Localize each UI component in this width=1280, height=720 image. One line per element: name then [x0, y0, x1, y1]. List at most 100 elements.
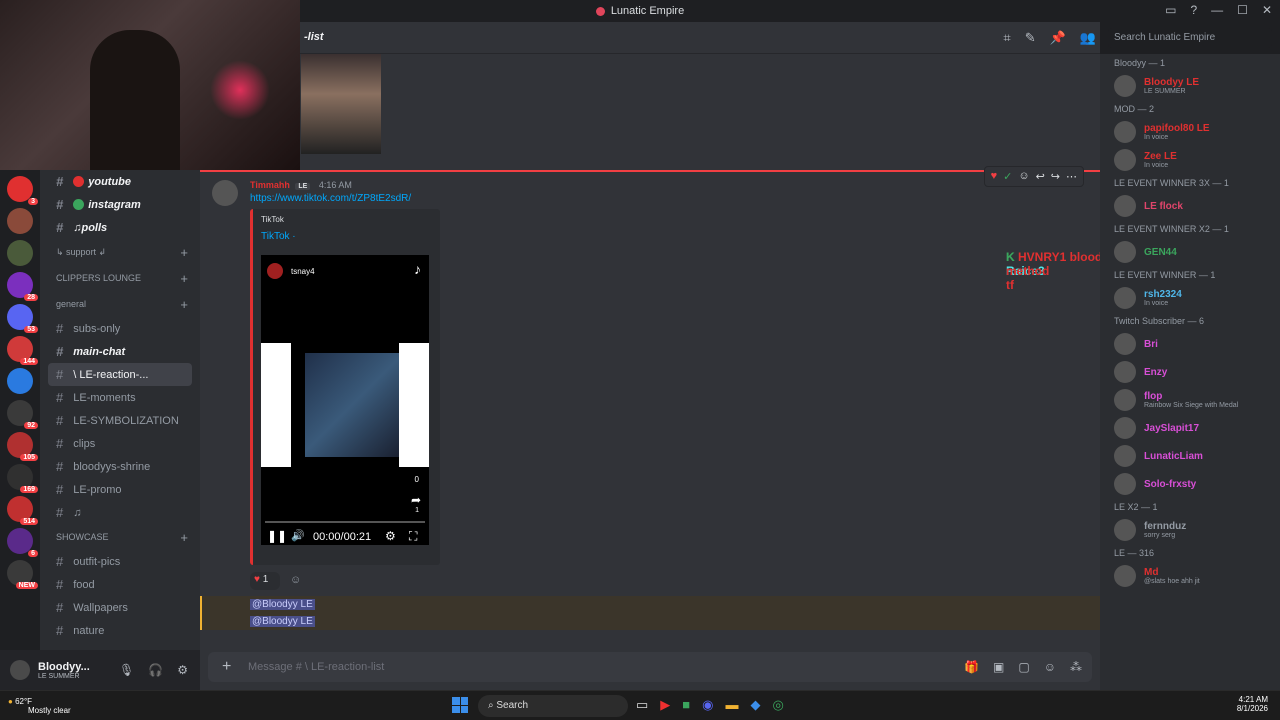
channel-item[interactable]: # nature	[40, 619, 200, 642]
microphone-icon[interactable]: 🎙	[119, 663, 134, 677]
channel-item[interactable]: # ♫	[40, 501, 200, 524]
settings-icon[interactable]: ⚙	[177, 663, 188, 677]
message-input[interactable]: + Message # \ LE-reaction-list 🎁 ▣ ▢ ☺ ⁂	[208, 652, 1092, 682]
gif-icon[interactable]: ▣	[993, 660, 1004, 674]
channel-item[interactable]: # LE-promo	[40, 478, 200, 501]
help-icon[interactable]: ?	[1190, 3, 1197, 17]
heart-reaction-icon[interactable]: ♥	[991, 170, 998, 183]
avatar[interactable]	[212, 180, 238, 206]
channel-item[interactable]: # food	[40, 573, 200, 596]
server-icon[interactable]: 3	[7, 176, 38, 205]
video-progress[interactable]	[265, 521, 425, 523]
channel-item[interactable]: # Wallpapers	[40, 596, 200, 619]
taskbar-search[interactable]: ⌕ Search	[478, 695, 628, 717]
sticker-icon[interactable]: ▢	[1018, 660, 1029, 674]
pin-icon[interactable]: 📌	[1050, 30, 1066, 46]
start-icon[interactable]	[452, 697, 468, 713]
member-item[interactable]: Bri	[1100, 330, 1280, 358]
category-showcase[interactable]: SHOWCASE +	[40, 524, 200, 550]
member-item[interactable]: rsh2324 In voice	[1100, 284, 1280, 312]
gift-icon[interactable]: 🎁	[964, 660, 979, 674]
discord-app-icon[interactable]: ◉	[702, 697, 713, 713]
add-channel-icon[interactable]: +	[180, 245, 188, 260]
add-reaction-icon[interactable]: ☺	[290, 574, 301, 586]
headphones-icon[interactable]: 🎧	[148, 663, 163, 677]
clock[interactable]: 4:21 AM 8/1/2026	[1237, 695, 1268, 713]
emoji-icon[interactable]: ☺	[1044, 660, 1056, 674]
pause-icon[interactable]: ❚❚	[267, 529, 287, 543]
channel-item[interactable]: # main-chat	[40, 340, 200, 363]
member-item[interactable]: Enzy	[1100, 358, 1280, 386]
member-item[interactable]: fernnduz sorry serg	[1100, 516, 1280, 544]
server-icon[interactable]: 105	[7, 432, 38, 461]
member-item[interactable]: flop Rainbow Six Siege with Medal	[1100, 386, 1280, 414]
forward-icon[interactable]: ↪	[1051, 170, 1060, 183]
member-item[interactable]: GEN44	[1100, 238, 1280, 266]
app-icon[interactable]: ■	[682, 697, 690, 713]
avatar[interactable]	[10, 660, 30, 680]
image-attachment[interactable]	[301, 54, 381, 154]
share-icon[interactable]: ➦	[411, 493, 421, 507]
channel-youtube[interactable]: # youtube	[40, 170, 200, 193]
folder-icon[interactable]: ▬	[726, 697, 739, 713]
reaction-heart[interactable]: ♥ 1	[250, 572, 280, 590]
volume-icon[interactable]: 🔊	[291, 529, 305, 542]
channel-item[interactable]: # \ LE-reaction-...	[48, 363, 192, 386]
server-icon[interactable]	[7, 208, 33, 234]
add-channel-icon[interactable]: +	[180, 530, 188, 545]
server-icon[interactable]: 53	[7, 304, 38, 333]
server-icon[interactable]: NEW	[7, 560, 38, 589]
reply-icon[interactable]: ↩	[1036, 170, 1045, 183]
channel-instagram[interactable]: # instagram	[40, 193, 200, 216]
apps-icon[interactable]: ⁂	[1070, 660, 1082, 674]
channel-item[interactable]: # bloodyys-shrine	[40, 455, 200, 478]
server-icon[interactable]: 169	[7, 464, 38, 493]
member-item[interactable]: LE flock	[1100, 192, 1280, 220]
embed-title[interactable]: TikTok ·	[261, 231, 296, 242]
add-channel-icon[interactable]: +	[180, 297, 188, 312]
member-item[interactable]: LunaticLiam	[1100, 442, 1280, 470]
server-icon[interactable]	[7, 368, 33, 394]
channel-item[interactable]: # LE-moments	[40, 386, 200, 409]
channel-item[interactable]: # LE-SYMBOLIZATION	[40, 409, 200, 432]
author-name[interactable]: Timmahh	[250, 180, 290, 190]
server-icon[interactable]: 514	[7, 496, 38, 525]
member-item[interactable]: papifool80 LE In voice	[1100, 118, 1280, 146]
server-icon[interactable]: 144	[7, 336, 38, 365]
gear-icon[interactable]: ⚙	[385, 529, 396, 543]
channel-item[interactable]: # clips	[40, 432, 200, 455]
search-input[interactable]: Search Lunatic Empire	[1108, 28, 1272, 48]
server-icon[interactable]: 6	[7, 528, 38, 557]
weather-widget[interactable]: ● 62°F Mostly clear	[8, 697, 71, 715]
mute-icon[interactable]: ✎	[1025, 30, 1036, 46]
member-item[interactable]: Md @slats hoe ahh jit	[1100, 562, 1280, 590]
fullscreen-icon[interactable]: ⛶	[409, 529, 417, 544]
emoji-icon[interactable]: ☺	[1018, 170, 1029, 183]
threads-icon[interactable]: ⌗	[1003, 30, 1010, 46]
server-icon[interactable]	[7, 240, 33, 266]
channel-polls[interactable]: # ♫polls	[40, 216, 200, 239]
close-button[interactable]: ✕	[1262, 3, 1272, 17]
inbox-icon[interactable]: ▭	[1165, 3, 1176, 17]
check-reaction-icon[interactable]: ✓	[1003, 170, 1012, 183]
category-clippers[interactable]: CLIPPERS LOUNGE +	[40, 265, 200, 291]
minimize-button[interactable]: —	[1211, 3, 1223, 17]
youtube-app-icon[interactable]: ▶	[660, 697, 670, 713]
more-icon[interactable]: ⋯	[1066, 170, 1077, 183]
message-link[interactable]: https://www.tiktok.com/t/ZP8tE2sdR/	[250, 193, 411, 204]
member-item[interactable]: JaySlapit17	[1100, 414, 1280, 442]
category-general[interactable]: general +	[40, 291, 200, 317]
server-icon[interactable]: 28	[7, 272, 38, 301]
store-icon[interactable]: ◆	[751, 697, 761, 713]
video-player[interactable]: tsnay4 ♪ 0 ➦ 1 ❚❚ 🔊 00:00/00:21 ⚙ ⛶	[261, 255, 429, 545]
add-channel-icon[interactable]: +	[180, 271, 188, 286]
server-icon[interactable]: 92	[7, 400, 38, 429]
chrome-icon[interactable]: ◎	[773, 697, 784, 713]
task-view-icon[interactable]: ▭	[636, 697, 648, 713]
member-item[interactable]: Solo-frxsty	[1100, 470, 1280, 498]
member-item[interactable]: Zee LE In voice	[1100, 146, 1280, 174]
channel-item[interactable]: # subs-only	[40, 317, 200, 340]
members-icon[interactable]: 👥	[1080, 30, 1096, 46]
mention[interactable]: @Bloodyy LE	[250, 616, 315, 627]
maximize-button[interactable]: ☐	[1237, 3, 1248, 17]
